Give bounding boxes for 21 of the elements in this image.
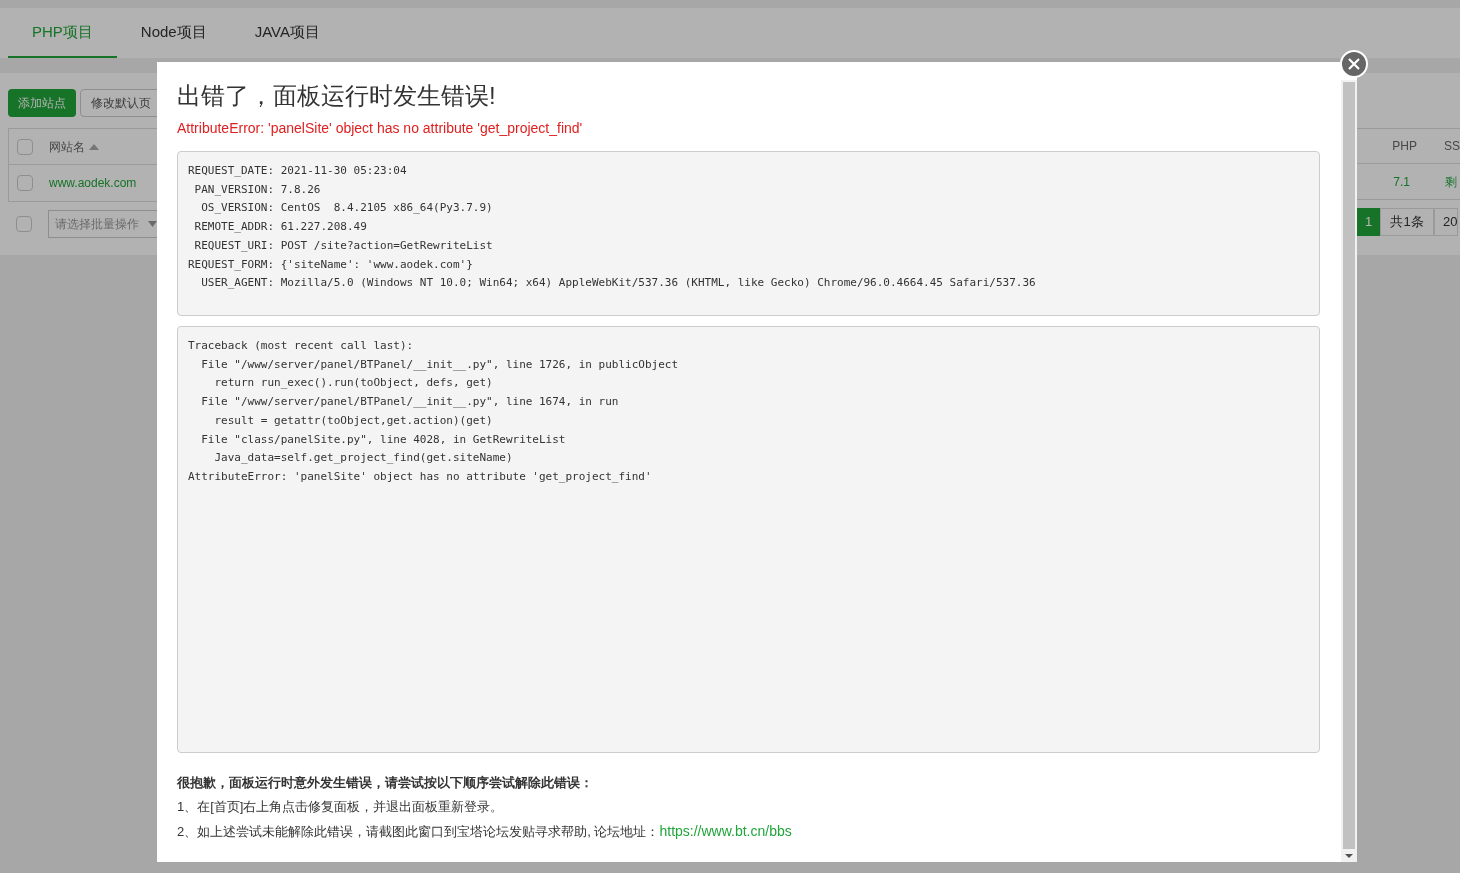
add-site-button[interactable]: 添加站点 xyxy=(8,89,76,117)
table-cell-text: 剩 xyxy=(1444,173,1457,191)
tab[interactable]: JAVA项目 xyxy=(230,8,344,58)
traceback: Traceback (most recent call last): File "/www/server/panel/BTPanel/__init__.py", line 1726, in publicObject return run_exec().run(toObject, defs, get) File "/www/server/panel/BTPanel/__init__.py", line 1674, in run result = getattr(toObject,get.action)(get) File "class/panelSite.py", line 4028, in GetRewriteList Java_data=self.get_project_find(get.siteName) AttributeError: 'panelSite' object has no attribute 'get_project_find' xyxy=(177,326,1320,753)
help-heading: 很抱歉，面板运行时意外发生错误，请尝试按以下顺序尝试解除此错误： xyxy=(177,774,594,792)
php-version-link[interactable]: 7.1 xyxy=(1357,172,1410,191)
help-step: 1、在[首页]右上角点击修复面板，并退出面板重新登录。 xyxy=(177,795,1320,819)
request-info: REQUEST_DATE: 2021-11-30 05:23:04 PAN_VERSION: 7.8.26 OS_VERSION: CentOS 8.4.2105 x86_64(Py3.7.9) REMOTE_ADDR: 61.227.208.49 REQUEST_URI: POST /site?action=GetRewriteList REQUEST_FORM: {'siteName': 'www.aodek.com'} USER_AGENT: Mozilla/5.0 (Windows NT 10.0; Win64; x64) AppleWebKit/537.36 (KHTML, like Gecko) Chrome/96.0.4664.45 Safari/537.36 xyxy=(177,151,1320,316)
page-size[interactable]: 20 xyxy=(1434,208,1459,236)
tab[interactable]: Node项目 xyxy=(116,8,231,58)
column-header: PHP xyxy=(1391,138,1417,155)
page-number[interactable]: 1 xyxy=(1357,208,1380,236)
total-count: 共1条 xyxy=(1380,208,1434,236)
column-header: SS xyxy=(1443,138,1460,155)
error-message: AttributeError: 'panelSite' object has no attribute 'get_project_find' xyxy=(177,119,584,138)
tab[interactable]: PHP项目 xyxy=(8,8,117,58)
help-step: 2、如上述尝试未能解除此错误，请截图此窗口到宝塔论坛发贴寻求帮助, 论坛地址：https://www.bt.cn/bbs xyxy=(177,819,1320,844)
forum-link[interactable]: https://www.bt.cn/bbs xyxy=(659,823,792,839)
dialog-title: 出错了，面板运行时发生错误! xyxy=(177,81,497,111)
column-header[interactable]: 网站名 xyxy=(49,137,85,156)
site-link[interactable]: www.aodek.com xyxy=(49,174,137,192)
